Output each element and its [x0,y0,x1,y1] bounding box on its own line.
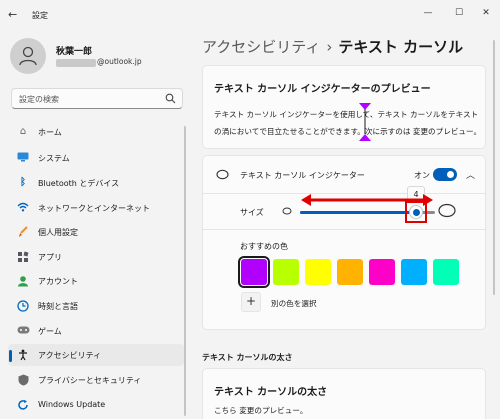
shield-icon [17,374,29,386]
sidebar-item-time-language[interactable]: 時刻と言語 [8,295,184,317]
account-icon [17,275,29,287]
sidebar-item-windows-update[interactable]: Windows Update [8,394,184,416]
color-swatch[interactable] [273,259,299,285]
toggle-state-label: オン [414,171,430,180]
sidebar-item-system[interactable]: システム [8,147,184,169]
preview-body: テキスト カーソル インジケーターを使用して、テキスト カーソルをテキストの渦に… [214,110,482,136]
toggle-knob [447,171,454,178]
update-icon [17,399,29,411]
email-blurred-part [56,59,96,67]
indicator-toggle[interactable] [433,168,457,181]
close-button[interactable]: ✕ [478,6,494,20]
search-icon [165,93,176,104]
app-title: 設定 [32,11,48,20]
sidebar-item-accessibility[interactable]: アクセシビリティ [8,344,184,366]
sidebar-item-apps[interactable]: アプリ [8,246,184,268]
back-arrow-icon[interactable]: ← [8,8,22,22]
sidebar-item-personalization[interactable]: 個人用設定 [8,221,184,243]
color-swatch[interactable] [305,259,331,285]
thickness-card: テキスト カーソルの太さ こちら 変更のプレビュー。 [202,368,486,419]
sidebar-item-label: アプリ [38,253,62,262]
sidebar-item-label: 個人用設定 [38,228,78,237]
color-swatch[interactable] [337,259,363,285]
sidebar-item-privacy[interactable]: プライバシーとセキュリティ [8,369,184,391]
brush-icon [17,226,29,238]
gamepad-icon [17,325,30,337]
sidebar-item-accounts[interactable]: アカウント [8,270,184,292]
sidebar-scrollbar[interactable] [184,126,186,416]
home-icon: ⌂ [19,126,27,137]
apps-icon [17,251,29,263]
sidebar-item-label: アカウント [38,277,78,286]
thickness-section-heading: テキスト カーソルの太さ [202,353,293,362]
minimize-button[interactable]: — [420,6,436,20]
sidebar-item-label: ゲーム [38,327,62,336]
avatar[interactable] [10,38,46,74]
breadcrumb-separator: › [326,38,333,56]
search-placeholder: 設定の検索 [19,95,59,104]
color-swatch[interactable] [369,259,395,285]
indicator-label: テキスト カーソル インジケーター [240,171,365,180]
accessibility-icon [17,349,29,361]
globe-clock-icon [17,300,29,312]
breadcrumb-parent[interactable]: アクセシビリティ [202,38,320,56]
preview-card: テキスト カーソル インジケーターのプレビュー テキスト カーソル インジケータ… [202,65,486,149]
title-bar: ← 設定 — ☐ ✕ [0,0,500,30]
preview-title: テキスト カーソル インジケーターのプレビュー [214,84,431,95]
text-cursor-indicator-icon [359,103,371,141]
sidebar-item-label: Bluetooth とデバイス [38,179,120,188]
network-icon [17,202,29,214]
thickness-preview-text: こちら 変更のプレビュー。 [214,406,308,415]
active-indicator [9,350,12,362]
main-scrollbar[interactable] [493,40,495,295]
user-icon [19,46,37,66]
sidebar-item-label: システム [38,154,70,163]
add-color-label[interactable]: 別の色を選択 [271,298,317,309]
size-row: サイズ 4 [203,186,485,230]
maximize-button[interactable]: ☐ [451,6,467,20]
profile-email: @outlook.jp [97,57,142,66]
indicator-card: テキスト カーソル インジケーター オン ︿ サイズ 4 おすすめの色 + 別の… [202,155,486,330]
sidebar-item-label: ホーム [38,128,62,137]
sidebar-item-label: アクセシビリティ [38,351,102,360]
color-swatch[interactable] [238,256,270,288]
add-color-button[interactable]: + [241,292,261,312]
color-swatch[interactable] [433,259,459,285]
sidebar-item-label: Windows Update [38,400,106,409]
system-icon [17,152,29,164]
search-input[interactable]: 設定の検索 [11,88,183,109]
sidebar-item-home[interactable]: ⌂ ホーム [8,121,184,143]
sidebar-item-gaming[interactable]: ゲーム [8,320,184,342]
sidebar-item-label: ネットワークとインターネット [38,204,150,213]
thickness-title: テキスト カーソルの太さ [214,387,328,398]
indicator-toggle-row[interactable]: テキスト カーソル インジケーター オン ︿ [203,156,485,194]
chevron-up-icon[interactable]: ︿ [466,168,475,181]
bluetooth-icon: ᛒ [20,177,26,188]
profile-name: 秋葉一郎 [56,47,93,57]
sidebar-item-label: 時刻と言語 [38,302,78,311]
sidebar-item-network[interactable]: ネットワークとインターネット [8,197,184,219]
recommended-colors-label: おすすめの色 [240,242,288,251]
color-swatch[interactable] [401,259,427,285]
page-title: テキスト カーソル [338,38,464,56]
double-arrow-annotation-icon [301,194,433,206]
indicator-icon [216,169,229,180]
sidebar-item-bluetooth[interactable]: ᛒ Bluetooth とデバイス [8,172,184,194]
sidebar-item-label: プライバシーとセキュリティ [38,376,142,385]
breadcrumb: アクセシビリティ › テキスト カーソル [202,36,463,57]
